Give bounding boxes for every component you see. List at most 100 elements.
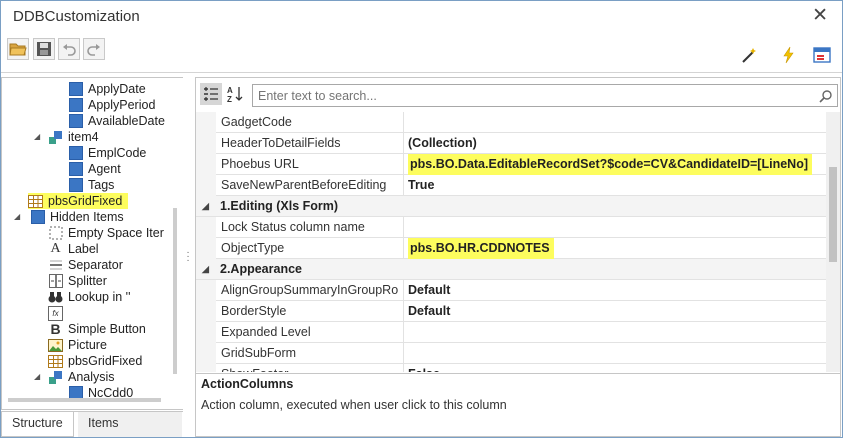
categorized-sort-icon[interactable] [200, 83, 222, 105]
property-value[interactable] [404, 217, 826, 238]
tree-item-label: Splitter [68, 274, 107, 288]
collapse-arrow-icon[interactable]: ◢ [34, 132, 40, 141]
scrollbar-thumb[interactable] [829, 167, 837, 262]
tree-item-label: Agent [88, 162, 121, 176]
search-icon[interactable] [817, 87, 835, 104]
highlighted-value: pbs.BO.HR.CDDNOTES [408, 238, 554, 259]
tree-item-group[interactable]: Analysis [48, 369, 115, 385]
property-row[interactable]: Phoebus URL pbs.BO.Data.EditableRecordSe… [196, 154, 826, 175]
grid-vertical-scrollbar[interactable] [826, 112, 840, 372]
search-box [252, 84, 838, 107]
window-title: DDBCustomization [13, 8, 140, 25]
tree-horizontal-scrollbar[interactable] [8, 398, 161, 402]
layout-tree: ApplyDate ApplyPeriod AvailableDate ◢ it… [2, 78, 182, 408]
property-grid: GadgetCode HeaderToDetailFields (Collect… [196, 112, 826, 372]
row-gutter [196, 322, 216, 343]
property-row[interactable]: GadgetCode [196, 112, 826, 133]
row-gutter [196, 280, 216, 301]
tree-item[interactable]: fx [48, 305, 68, 321]
tree-item[interactable]: Agent [68, 161, 121, 177]
property-name: Phoebus URL [216, 154, 404, 175]
tree-item-label: ApplyPeriod [88, 98, 156, 112]
property-name: BorderStyle [216, 301, 404, 322]
property-value[interactable] [404, 322, 826, 343]
layout-icon[interactable] [811, 44, 833, 66]
tree-item[interactable]: B Simple Button [48, 321, 145, 337]
property-row[interactable]: SaveNewParentBeforeEditing True [196, 175, 826, 196]
tree-item-selected[interactable]: pbsGridFixed [28, 193, 129, 209]
tree-item[interactable]: Tags [68, 177, 114, 193]
property-row[interactable]: Lock Status column name [196, 217, 826, 238]
row-gutter [196, 301, 216, 322]
magic-wand-icon[interactable] [738, 44, 760, 66]
redo-icon[interactable] [83, 38, 105, 60]
tree-item[interactable]: Lookup in '' [48, 289, 130, 305]
property-value[interactable]: pbs.BO.Data.EditableRecordSet?$code=CV&C… [404, 154, 826, 175]
save-icon[interactable] [33, 38, 55, 60]
tree-item[interactable]: Picture [48, 337, 107, 353]
tab-items[interactable]: Items [78, 412, 182, 437]
tree-item-label: AvailableDate [88, 114, 165, 128]
undo-icon[interactable] [58, 38, 80, 60]
tree-item[interactable]: pbsGridFixed [48, 353, 142, 369]
property-row[interactable]: Expanded Level [196, 322, 826, 343]
collapse-arrow-icon[interactable]: ◢ [14, 212, 20, 221]
open-folder-icon[interactable] [7, 38, 29, 60]
tree-item[interactable]: ApplyDate [68, 81, 146, 97]
property-name: ObjectType [216, 238, 404, 259]
binoculars-icon [48, 290, 63, 305]
property-row[interactable]: BorderStyle Default [196, 301, 826, 322]
close-button[interactable]: ✕ [812, 5, 828, 27]
collapse-arrow-icon[interactable]: ◢ [34, 372, 40, 381]
panel-splitter-handle[interactable]: · · · [185, 248, 191, 266]
tree-vertical-scrollbar[interactable] [173, 208, 177, 374]
property-row[interactable]: AlignGroupSummaryInGroupRo Default [196, 280, 826, 301]
category-appearance[interactable]: ◢ 2.Appearance [196, 259, 826, 280]
row-gutter [196, 112, 216, 133]
tree-item[interactable]: Empty Space Iter [48, 225, 164, 241]
tree-item-label: Lookup in '' [68, 290, 131, 304]
lightning-icon[interactable] [778, 44, 800, 66]
field-icon [30, 210, 45, 225]
tree-item[interactable]: ApplyPeriod [68, 97, 155, 113]
dialog-window: DDBCustomization ✕ ApplyDate ApplyPeriod… [0, 0, 843, 438]
collapse-arrow-icon[interactable]: ◢ [202, 196, 209, 216]
tree-item-group[interactable]: Hidden Items [30, 209, 124, 225]
tree-item[interactable]: A Label [48, 241, 98, 257]
tree-item[interactable]: EmplCode [68, 145, 146, 161]
tree-item-label: Picture [68, 338, 107, 352]
search-input[interactable] [253, 85, 808, 106]
property-row[interactable]: ShowFooter False [196, 364, 826, 372]
tree-item-label: EmplCode [88, 146, 147, 160]
tree-item[interactable]: AvailableDate [68, 113, 165, 129]
field-icon [68, 82, 83, 97]
property-value[interactable] [404, 112, 826, 133]
alphabetical-sort-icon[interactable]: AZ [224, 83, 246, 105]
tree-item-label: Tags [88, 178, 115, 192]
tree-item[interactable]: Separator [48, 257, 123, 273]
collapse-arrow-icon[interactable]: ◢ [202, 259, 209, 279]
tree-item-group[interactable]: item4 [48, 129, 99, 145]
property-row[interactable]: ObjectType pbs.BO.HR.CDDNOTES [196, 238, 826, 259]
description-text: Action column, executed when user click … [201, 398, 507, 412]
property-name: Lock Status column name [216, 217, 404, 238]
property-value[interactable]: Default [404, 301, 826, 322]
property-value[interactable]: True [404, 175, 826, 196]
property-value[interactable] [404, 343, 826, 364]
title-bar: DDBCustomization ✕ [1, 1, 842, 33]
row-gutter [196, 133, 216, 154]
category-editing[interactable]: ◢ 1.Editing (Xls Form) [196, 196, 826, 217]
tab-structure[interactable]: Structure [1, 412, 74, 437]
separator-icon [48, 258, 63, 273]
property-value[interactable]: pbs.BO.HR.CDDNOTES [404, 238, 826, 259]
tree-item-label: pbsGridFixed [68, 354, 143, 368]
property-value[interactable]: (Collection) [404, 133, 826, 154]
property-value[interactable]: False [404, 364, 826, 372]
property-value[interactable]: Default [404, 280, 826, 301]
property-row[interactable]: HeaderToDetailFields (Collection) [196, 133, 826, 154]
tree-item[interactable]: Splitter [48, 273, 107, 289]
property-row[interactable]: GridSubForm [196, 343, 826, 364]
property-name: Expanded Level [216, 322, 404, 343]
row-gutter [196, 364, 216, 372]
tree-item-label: Empty Space Iter [68, 226, 164, 240]
